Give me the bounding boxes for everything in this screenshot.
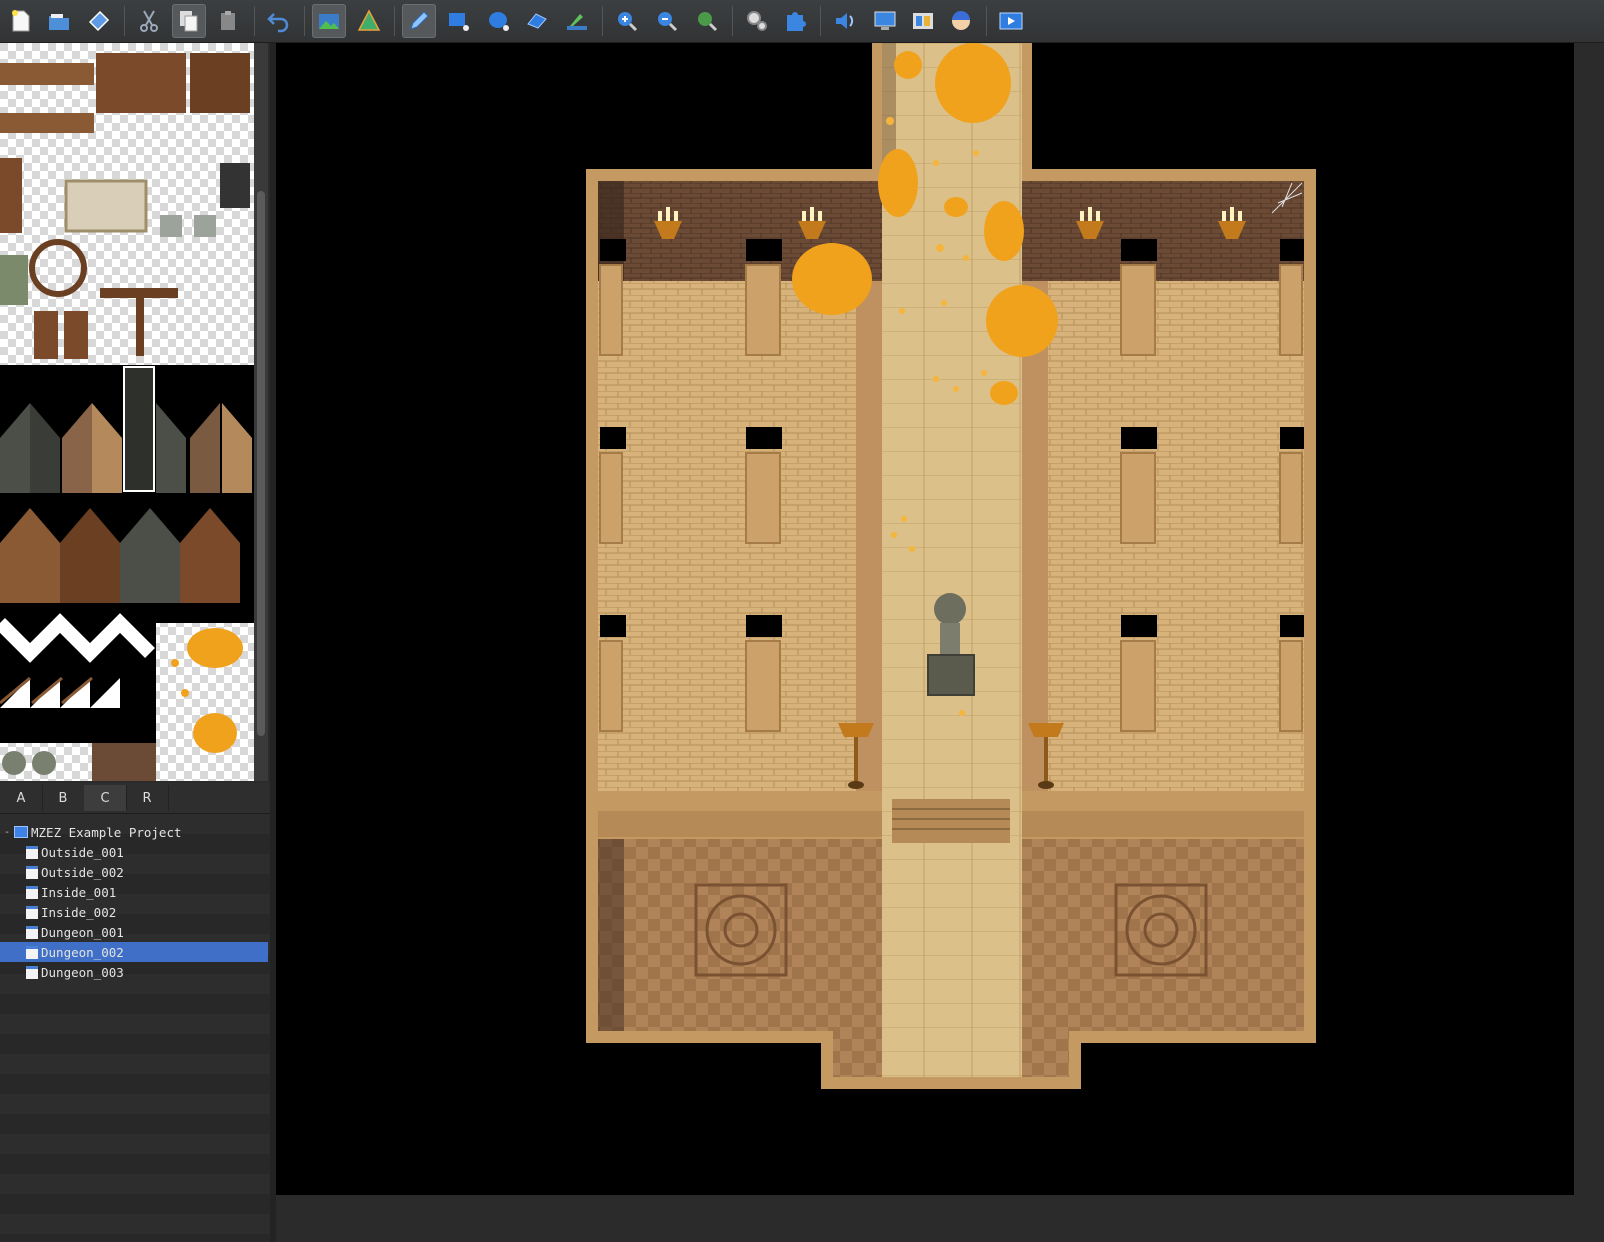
- character-generator-button[interactable]: [944, 4, 978, 38]
- zoom-out-button[interactable]: [650, 4, 684, 38]
- tileset-scrollbar[interactable]: [254, 43, 268, 781]
- open-folder-icon: [46, 8, 72, 34]
- speaker-icon: [832, 8, 858, 34]
- tileset-scrollbar-thumb[interactable]: [257, 191, 265, 736]
- tree-project-root[interactable]: - MZEZ Example Project: [0, 822, 268, 842]
- tree-map-item[interactable]: Outside_002: [0, 862, 268, 882]
- zoom-in-icon: [614, 8, 640, 34]
- map-name: Outside_002: [41, 865, 124, 880]
- tab-c[interactable]: C: [84, 785, 127, 811]
- tileset-image[interactable]: [0, 43, 254, 781]
- save-project-button[interactable]: [82, 4, 116, 38]
- zoom-reset-button[interactable]: [690, 4, 724, 38]
- copy-icon: [176, 8, 202, 34]
- flood-fill-button[interactable]: [520, 4, 554, 38]
- map-file-icon: [26, 946, 38, 959]
- playtest-button[interactable]: [994, 4, 1028, 38]
- resources-icon: [910, 8, 936, 34]
- open-project-button[interactable]: [42, 4, 76, 38]
- tab-b[interactable]: B: [42, 785, 85, 811]
- gears-icon: [744, 8, 770, 34]
- event-mode-button[interactable]: [352, 4, 386, 38]
- zoom-out-icon: [654, 8, 680, 34]
- map-file-icon: [26, 966, 38, 979]
- map-file-icon: [26, 906, 38, 919]
- tree-map-item[interactable]: Inside_002: [0, 902, 268, 922]
- map-file-icon: [26, 886, 38, 899]
- map-horizontal-scrollbar[interactable]: [276, 1195, 1604, 1242]
- character-face-icon: [948, 8, 974, 34]
- project-name: MZEZ Example Project: [31, 825, 182, 840]
- plugin-manager-button[interactable]: [778, 4, 812, 38]
- map-file-icon: [26, 846, 38, 859]
- project-icon: [14, 826, 28, 838]
- map-mode-button[interactable]: [312, 4, 346, 38]
- map-name: Dungeon_002: [41, 945, 124, 960]
- map-icon: [316, 8, 342, 34]
- ellipse-icon: [486, 8, 512, 34]
- tree-map-item[interactable]: Outside_001: [0, 842, 268, 862]
- dungeon-map[interactable]: [276, 43, 1574, 1195]
- zoom-actual-icon: [694, 8, 720, 34]
- undo-button[interactable]: [262, 4, 296, 38]
- tree-map-item[interactable]: Dungeon_001: [0, 922, 268, 942]
- event-searcher-button[interactable]: [868, 4, 902, 38]
- shadow-pen-icon: [564, 8, 590, 34]
- tree-map-item[interactable]: Inside_001: [0, 882, 268, 902]
- map-name: Dungeon_003: [41, 965, 124, 980]
- rectangle-tool-button[interactable]: [442, 4, 476, 38]
- map-vertical-scrollbar[interactable]: [1574, 43, 1604, 1195]
- resource-manager-button[interactable]: [906, 4, 940, 38]
- map-name: Dungeon_001: [41, 925, 124, 940]
- tab-r[interactable]: R: [126, 785, 169, 811]
- tileset-palette[interactable]: [0, 43, 254, 781]
- main-toolbar: [0, 0, 1604, 43]
- database-button[interactable]: [740, 4, 774, 38]
- event-triangle-icon: [356, 8, 382, 34]
- paste-button[interactable]: [212, 4, 246, 38]
- sound-test-button[interactable]: [828, 4, 862, 38]
- tree-map-item-selected[interactable]: Dungeon_002: [0, 942, 268, 962]
- copy-button[interactable]: [172, 4, 206, 38]
- map-name: Outside_001: [41, 845, 124, 860]
- pencil-tool-button[interactable]: [402, 4, 436, 38]
- undo-arrow-icon: [266, 8, 292, 34]
- collapse-toggle-icon[interactable]: -: [0, 827, 14, 838]
- left-panel: A B C R - MZEZ Example Project Outside_0…: [0, 43, 270, 1242]
- map-name: Inside_002: [41, 905, 116, 920]
- map-tree: - MZEZ Example Project Outside_001 Outsi…: [0, 814, 270, 1242]
- rectangle-icon: [446, 8, 472, 34]
- tree-map-item[interactable]: Dungeon_003: [0, 962, 268, 982]
- scissors-icon: [136, 8, 162, 34]
- save-disk-icon: [86, 8, 112, 34]
- stairs: [892, 799, 1010, 843]
- map-name: Inside_001: [41, 885, 116, 900]
- map-file-icon: [26, 926, 38, 939]
- map-canvas[interactable]: [276, 43, 1574, 1195]
- monitor-icon: [872, 8, 898, 34]
- ellipse-tool-button[interactable]: [482, 4, 516, 38]
- pencil-icon: [406, 8, 432, 34]
- tab-a[interactable]: A: [0, 785, 43, 811]
- new-document-icon: [8, 8, 34, 34]
- zoom-in-button[interactable]: [610, 4, 644, 38]
- play-icon: [998, 8, 1024, 34]
- tileset-tabs: A B C R: [0, 783, 270, 814]
- puzzle-icon: [782, 8, 808, 34]
- map-file-icon: [26, 866, 38, 879]
- paste-icon: [216, 8, 242, 34]
- cut-button[interactable]: [132, 4, 166, 38]
- bucket-icon: [524, 8, 550, 34]
- new-project-button[interactable]: [4, 4, 38, 38]
- shadow-pen-button[interactable]: [560, 4, 594, 38]
